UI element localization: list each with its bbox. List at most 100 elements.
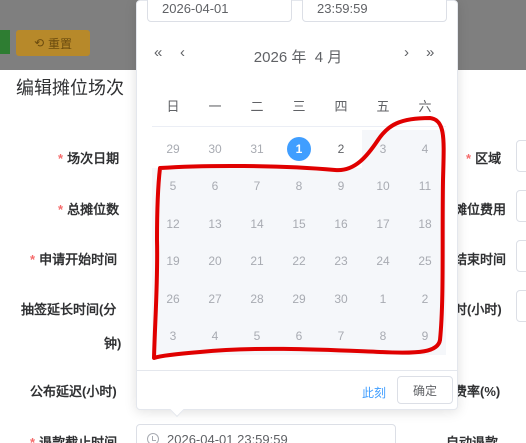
calendar-day: 4 [404,130,446,168]
calendar-day: 8 [278,167,320,205]
calendar-day: 4 [194,317,236,355]
auto-refund-label: 自动退款 [446,435,499,443]
calendar-header: « ‹ 2026 年 4 月 › » [150,44,446,68]
calendar-day-number: 30 [208,141,222,156]
calendar-day-number: 23 [334,254,348,269]
calendar-day-number: 7 [337,329,345,344]
calendar-day-number: 20 [208,254,222,269]
weekday-label: 四 [334,99,348,114]
calendar-day: 14 [236,205,278,243]
calendar-day: 31 [236,130,278,168]
calendar-day-number: 25 [418,254,432,269]
draw-delay-unit-label: 钟) [104,336,122,351]
calendar-week-row: 5 6 7 8 9 10 11 [152,167,446,205]
end-time-input[interactable] [516,240,526,272]
calendar-day: 16 [320,205,362,243]
calendar-day-number: 4 [211,329,219,344]
picker-date-input[interactable]: 2026-04-01 [147,0,292,22]
calendar-day-number: 3 [379,141,387,156]
calendar-day: 5 [152,167,194,205]
weekday-label: 一 [208,99,222,114]
clock-icon [147,433,159,443]
calendar-day-selected[interactable]: 1 [278,130,320,168]
calendar-day-number: 22 [292,254,306,269]
calendar-week-row: 26 27 28 29 30 1 2 [152,280,446,318]
area-select[interactable] [516,140,526,172]
picker-footer-divider [137,370,457,371]
weekday-divider [152,126,446,127]
calendar-day-number: 27 [208,291,222,306]
calendar-day-number: 2 [421,291,429,306]
calendar-day-number: 10 [376,179,390,194]
calendar-day[interactable]: 2 [320,130,362,168]
hours-input[interactable] [516,290,526,322]
calendar-day-number: 8 [295,179,303,194]
next-month-icon[interactable]: › [404,44,409,61]
next-year-icon[interactable]: » [426,44,434,61]
calendar-day: 7 [320,317,362,355]
calendar-day-number: 9 [337,179,345,194]
calendar-day: 6 [278,317,320,355]
calendar-day-number: 21 [250,254,264,269]
calendar-day-number: 16 [334,216,348,231]
calendar-day-number: 6 [295,329,303,344]
calendar-day-number: 8 [379,329,387,344]
calendar-day: 26 [152,280,194,318]
calendar-day: 29 [152,130,194,168]
calendar-day-number: 28 [250,291,264,306]
calendar-day: 7 [236,167,278,205]
picker-time-input[interactable]: 23:59:59 [302,0,447,22]
calendar-day: 30 [194,130,236,168]
calendar-day-number: 17 [376,216,390,231]
area-label: * 区域 [466,151,502,166]
calendar-month-label[interactable]: 2026 年 4 月 [150,46,446,67]
weekday-header: 日一二三四五六 [152,96,446,115]
calendar-day: 12 [152,205,194,243]
calendar-week-row: 3 4 5 6 7 8 9 [152,317,446,355]
apply-start-label: * 申请开始时间 [30,252,118,267]
calendar-day: 13 [194,205,236,243]
draw-delay-label: 抽签延长时间(分 [21,302,117,317]
calendar-day-number: 7 [253,179,261,194]
calendar-day: 29 [278,280,320,318]
session-date-label: * 场次日期 [58,151,120,166]
calendar-day-number: 6 [211,179,219,194]
now-button[interactable]: 此刻 [362,384,386,401]
calendar-day-number: 15 [292,216,306,231]
weekday-label: 日 [166,99,180,114]
calendar-day-number: 30 [334,291,348,306]
refund-deadline-value: 2026-04-01 23:59:59 [167,431,288,443]
calendar-day-number: 29 [292,291,306,306]
reset-button[interactable]: ⟲ 重置 [16,30,90,56]
calendar-day-number: 12 [166,216,180,231]
calendar-day-number: 31 [250,141,264,156]
reset-button-label: 重置 [48,36,73,51]
calendar-day-number: 5 [253,329,261,344]
calendar-month[interactable]: 4 月 [315,49,343,66]
refresh-icon: ⟲ [33,36,45,50]
calendar-day-number: 4 [421,141,429,156]
calendar-day: 2 [404,280,446,318]
calendar-day-number: 1 [287,136,311,161]
calendar-day: 3 [152,317,194,355]
calendar-day: 5 [236,317,278,355]
calendar-day: 22 [278,242,320,280]
calendar-day: 18 [404,205,446,243]
calendar-day-number: 24 [376,254,390,269]
hours-label: 时(小时) [454,302,502,317]
refund-deadline-input[interactable]: 2026-04-01 23:59:59 [136,424,396,443]
calendar-week-row: 19 20 21 22 23 24 25 [152,242,446,280]
calendar-day: 24 [362,242,404,280]
confirm-button[interactable]: 确定 [397,376,453,404]
stall-fee-input[interactable] [516,190,526,222]
rate-label: 费率(%) [454,384,501,399]
calendar-day-number: 19 [166,254,180,269]
end-time-label: 结束时间 [454,252,507,267]
calendar-year[interactable]: 2026 年 [254,49,307,66]
refund-deadline-label: * 退款截止时间 [30,435,118,443]
calendar-day: 28 [236,280,278,318]
calendar-day-number: 29 [166,141,180,156]
add-button-partial[interactable] [0,30,10,54]
calendar-day-number: 18 [418,216,432,231]
calendar-day-number: 3 [169,329,177,344]
